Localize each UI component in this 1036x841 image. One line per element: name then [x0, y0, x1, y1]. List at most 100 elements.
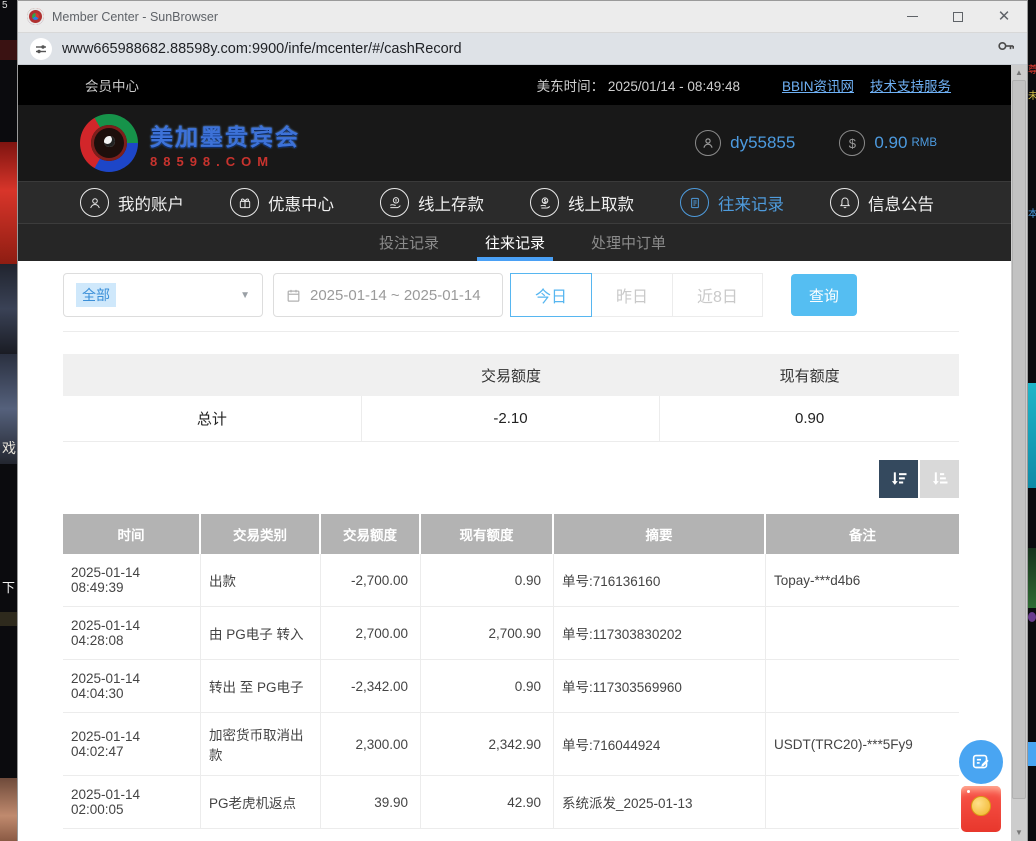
- cell-balance: 0.90: [421, 554, 554, 606]
- scroll-up-icon[interactable]: ▲: [1011, 65, 1027, 79]
- scroll-down-icon[interactable]: ▼: [1011, 825, 1027, 839]
- background-fragment: 5: [0, 1, 17, 11]
- nav-transaction-records[interactable]: 往来记录: [680, 188, 784, 217]
- main-navigation: 我的账户 优惠中心 线上存款: [18, 181, 1027, 223]
- calendar-icon: [286, 288, 301, 303]
- cell-balance: 2,342.90: [421, 713, 554, 775]
- cell-amount: -2,342.00: [321, 660, 421, 712]
- date-range-input[interactable]: 2025-01-14 ~ 2025-01-14: [273, 273, 503, 317]
- tab-betting-records[interactable]: 投注记录: [371, 224, 447, 261]
- table-row: 2025-01-14 04:02:47 加密货币取消出款 2,300.00 2,…: [63, 713, 959, 776]
- today-button[interactable]: 今日: [510, 273, 592, 317]
- site-info-button[interactable]: [30, 38, 52, 60]
- cell-remark: [766, 776, 959, 828]
- background-fragment: [0, 264, 17, 354]
- filter-toolbar: 全部 ▼ 2025-01-14 ~ 2025-01-14 今日 昨日 近8日: [63, 273, 1013, 317]
- records-content: 全部 ▼ 2025-01-14 ~ 2025-01-14 今日 昨日 近8日: [18, 273, 1013, 841]
- browser-window: Member Center - SunBrowser ✕ www66598868…: [17, 0, 1028, 841]
- compose-icon: [970, 751, 992, 773]
- address-bar: www665988682.88598y.com:9900/infe/mcente…: [18, 33, 1027, 65]
- background-fragment: 本: [1028, 210, 1036, 220]
- page-scrollbar[interactable]: ▲ ▼: [1011, 65, 1027, 841]
- tab-transaction-records[interactable]: 往来记录: [477, 224, 553, 261]
- cell-type: 由 PG电子 转入: [201, 607, 321, 659]
- type-selected-value: 全部: [76, 283, 116, 307]
- account-icon: [80, 188, 109, 217]
- tab-pending-orders[interactable]: 处理中订单: [583, 224, 674, 261]
- sort-ascending-icon: [930, 469, 950, 489]
- bbin-news-link[interactable]: BBIN资讯网: [782, 75, 854, 95]
- cell-time: 2025-01-14 04:04:30: [63, 660, 201, 712]
- bell-icon: [830, 188, 859, 217]
- tune-icon: [35, 43, 47, 55]
- nav-label: 线上取款: [568, 191, 634, 215]
- feedback-compose-button[interactable]: [959, 740, 1003, 784]
- cell-remark: [766, 660, 959, 712]
- tech-support-link[interactable]: 技术支持服务: [870, 75, 951, 95]
- cell-remark: [766, 607, 959, 659]
- time-label: 美东时间：: [537, 79, 605, 94]
- top-info-bar: 会员中心 美东时间： 2025/01/14 - 08:49:48 BBIN资讯网…: [18, 65, 1027, 105]
- background-fragment: [0, 142, 17, 264]
- records-table: 时间 交易类别 交易额度 现有额度 摘要 备注 2025-01-14 08:49…: [63, 514, 959, 829]
- title-bar: Member Center - SunBrowser ✕: [18, 1, 1027, 33]
- divider: [63, 331, 959, 332]
- cell-type: 出款: [201, 554, 321, 606]
- col-type: 交易类别: [201, 514, 321, 554]
- site-logo-text[interactable]: 美加墨贵宾会 88598.COM: [150, 118, 300, 169]
- background-fragment: [0, 612, 17, 626]
- url-text[interactable]: www665988682.88598y.com:9900/infe/mcente…: [62, 41, 997, 57]
- nav-announcements[interactable]: 信息公告: [830, 188, 934, 217]
- last-8-days-button[interactable]: 近8日: [672, 273, 763, 317]
- cell-remark: Topay-***d4b6: [766, 554, 959, 606]
- nav-withdraw[interactable]: 线上取款: [530, 188, 634, 217]
- nav-promotions[interactable]: 优惠中心: [230, 188, 334, 217]
- breadcrumb: 会员中心: [85, 75, 139, 95]
- yesterday-button[interactable]: 昨日: [591, 273, 673, 317]
- site-logo-icon[interactable]: [80, 114, 138, 172]
- col-balance: 现有额度: [421, 514, 554, 554]
- cell-type: 加密货币取消出款: [201, 713, 321, 775]
- nav-label: 我的账户: [118, 191, 184, 215]
- summary-trade-total: -2.10: [362, 396, 661, 441]
- cell-balance: 0.90: [421, 660, 554, 712]
- background-fragment: 戏: [0, 443, 17, 453]
- nav-my-account[interactable]: 我的账户: [80, 188, 184, 217]
- balance-display[interactable]: $ 0.90 RMB: [839, 130, 937, 156]
- username-display[interactable]: dy55855: [695, 130, 795, 156]
- maximize-button[interactable]: [935, 1, 981, 32]
- cell-summary: 单号:716136160: [554, 554, 766, 606]
- background-fragment: [1028, 548, 1036, 608]
- table-row: 2025-01-14 04:04:30 转出 至 PG电子 -2,342.00 …: [63, 660, 959, 713]
- close-button[interactable]: ✕: [981, 1, 1027, 32]
- background-fragment: [0, 778, 17, 841]
- nav-deposit[interactable]: 线上存款: [380, 188, 484, 217]
- background-fragment: [1028, 383, 1036, 488]
- password-key-icon[interactable]: [997, 39, 1015, 58]
- col-time: 时间: [63, 514, 201, 554]
- scrollbar-thumb[interactable]: [1012, 80, 1026, 799]
- red-envelope-button[interactable]: [961, 786, 1001, 832]
- summary-table: 交易额度 现有额度 总计 -2.10 0.90: [63, 354, 959, 442]
- nav-label: 信息公告: [868, 191, 934, 215]
- background-fragment: 下: [0, 583, 17, 593]
- background-fragment: [1028, 742, 1036, 766]
- site-header: 美加墨贵宾会 88598.COM dy55855 $ 0.90 RMB: [18, 105, 1027, 181]
- table-row: 2025-01-14 02:00:05 PG老虎机返点 39.90 42.90 …: [63, 776, 959, 829]
- logo-subtitle: 88598.COM: [150, 154, 300, 169]
- background-window-left: 5 戏 下: [0, 0, 17, 841]
- cell-amount: 2,300.00: [321, 713, 421, 775]
- cell-amount: -2,700.00: [321, 554, 421, 606]
- records-document-icon: [680, 188, 709, 217]
- cell-time: 2025-01-14 04:28:08: [63, 607, 201, 659]
- cell-balance: 42.90: [421, 776, 554, 828]
- user-icon: [695, 130, 721, 156]
- type-select[interactable]: 全部 ▼: [63, 273, 263, 317]
- sort-ascending-button[interactable]: [920, 460, 959, 498]
- sort-descending-button[interactable]: [879, 460, 918, 498]
- search-button[interactable]: 查询: [791, 274, 857, 316]
- cell-amount: 2,700.00: [321, 607, 421, 659]
- chevron-down-icon: ▼: [240, 290, 250, 301]
- minimize-button[interactable]: [889, 1, 935, 32]
- deposit-coin-icon: [380, 188, 409, 217]
